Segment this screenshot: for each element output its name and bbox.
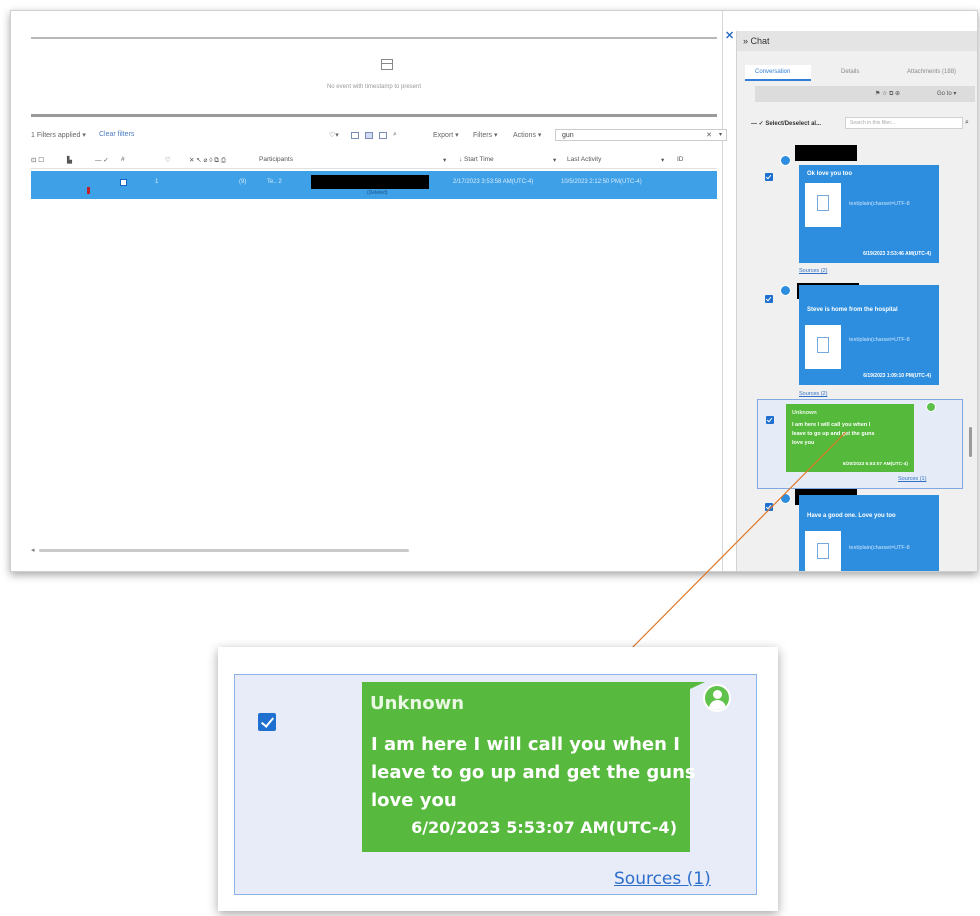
- avatar-head: [713, 690, 722, 699]
- message-line: leave to go up and get the guns: [371, 762, 696, 783]
- sender-name: Unknown: [370, 693, 465, 714]
- avatar-body: [709, 700, 726, 710]
- message-time: 6/20/2023 5:53:07 AM(UTC-4): [411, 818, 677, 837]
- message-line: love you: [371, 790, 457, 811]
- sources-link[interactable]: Sources (1): [614, 869, 711, 889]
- zoomed-message-panel: Unknown I am here I will call you when I…: [218, 647, 778, 911]
- zoomed-message-card[interactable]: Unknown I am here I will call you when I…: [234, 674, 757, 895]
- message-checkbox[interactable]: [258, 713, 276, 731]
- message-line: I am here I will call you when I: [371, 734, 680, 755]
- user-avatar-icon: [703, 684, 731, 712]
- chat-bubble-green[interactable]: Unknown I am here I will call you when I…: [362, 682, 696, 852]
- bubble-tail: [675, 682, 705, 696]
- callout-arrow-line: [625, 431, 847, 655]
